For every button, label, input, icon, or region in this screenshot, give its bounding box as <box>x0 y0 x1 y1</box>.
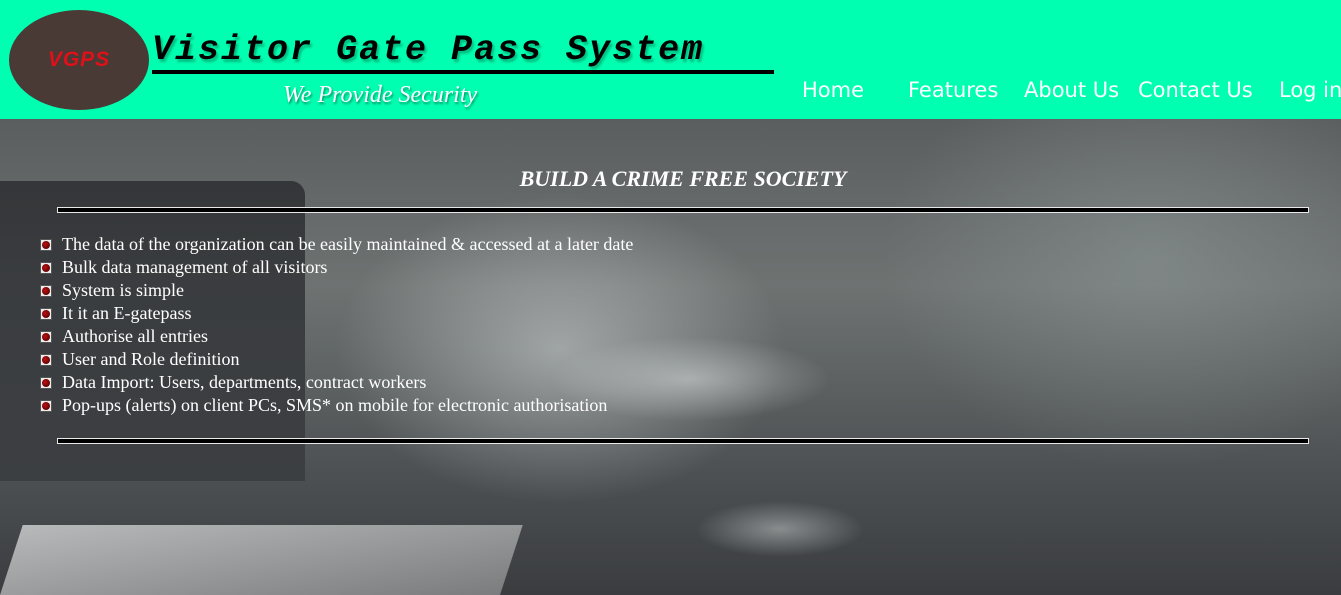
tagline: We Provide Security <box>283 82 478 108</box>
logo-text: VGPS <box>47 48 111 71</box>
list-item: Bulk data management of all visitors <box>40 256 633 279</box>
feature-text: Pop-ups (alerts) on client PCs, SMS* on … <box>62 395 608 415</box>
nav-log-in[interactable]: Log in <box>1279 78 1341 102</box>
title-underline <box>152 70 774 74</box>
bullet-icon <box>40 238 52 251</box>
feature-text: Authorise all entries <box>62 326 208 346</box>
logo[interactable]: VGPS <box>9 10 149 110</box>
background-laptop-base-shape <box>0 525 523 595</box>
bullet-icon <box>40 376 52 389</box>
bullet-icon <box>40 330 52 343</box>
nav-about-us[interactable]: About Us <box>1024 78 1119 102</box>
list-item: The data of the organization can be easi… <box>40 233 633 256</box>
bullet-icon <box>40 284 52 297</box>
site-title: Visitor Gate Pass System <box>152 30 705 70</box>
feature-text: It it an E-gatepass <box>62 303 192 323</box>
nav-features[interactable]: Features <box>908 78 998 102</box>
nav-home[interactable]: Home <box>802 78 864 102</box>
nav-contact-us[interactable]: Contact Us <box>1138 78 1253 102</box>
bullet-icon <box>40 399 52 412</box>
list-item: It it an E-gatepass <box>40 302 633 325</box>
bullet-icon <box>40 307 52 320</box>
bullet-icon <box>40 353 52 366</box>
bottom-divider <box>57 438 1309 444</box>
bullet-icon <box>40 261 52 274</box>
page-heading: BUILD A CRIME FREE SOCIETY <box>519 166 847 191</box>
feature-text: The data of the organization can be easi… <box>62 234 634 254</box>
site-header: VGPS Visitor Gate Pass System We Provide… <box>0 0 1341 119</box>
feature-list: The data of the organization can be easi… <box>40 233 633 417</box>
feature-text: System is simple <box>62 280 185 300</box>
list-item: Pop-ups (alerts) on client PCs, SMS* on … <box>40 394 633 417</box>
list-item: Authorise all entries <box>40 325 633 348</box>
feature-text: Bulk data management of all visitors <box>62 257 328 277</box>
list-item: Data Import: Users, departments, contrac… <box>40 371 633 394</box>
feature-text: User and Role definition <box>62 349 240 369</box>
feature-text: Data Import: Users, departments, contrac… <box>62 372 427 392</box>
list-item: User and Role definition <box>40 348 633 371</box>
list-item: System is simple <box>40 279 633 302</box>
top-divider <box>57 207 1309 213</box>
